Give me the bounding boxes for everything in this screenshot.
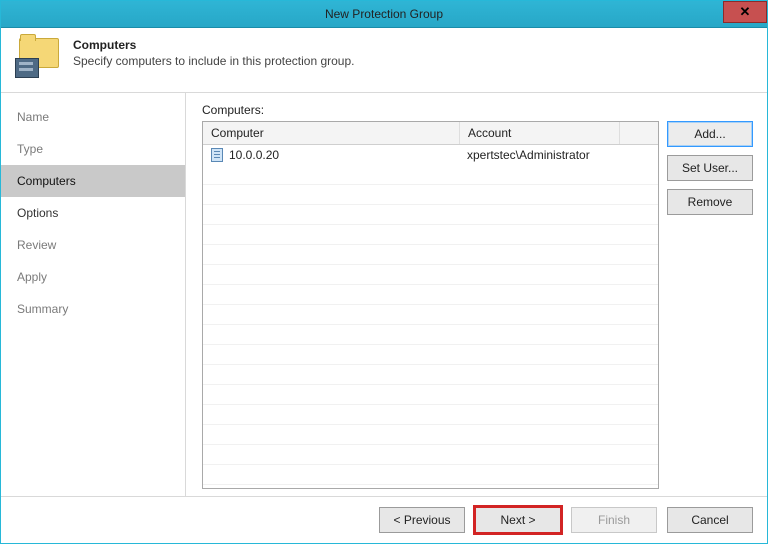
computers-label: Computers:	[202, 103, 753, 117]
close-button[interactable]: ✕	[723, 1, 767, 23]
previous-button[interactable]: < Previous	[379, 507, 465, 533]
cell-computer: 10.0.0.20	[203, 148, 459, 162]
step-type[interactable]: Type	[1, 133, 185, 165]
col-spacer	[620, 122, 658, 144]
add-button[interactable]: Add...	[667, 121, 753, 147]
cell-account: xpertstec\Administrator	[459, 148, 658, 162]
wizard-steps: Name Type Computers Options Review Apply…	[1, 93, 186, 535]
page-header: Computers Specify computers to include i…	[1, 28, 767, 93]
computers-icon	[15, 38, 63, 78]
cancel-button[interactable]: Cancel	[667, 507, 753, 533]
computers-grid[interactable]: Computer Account 10.0.0.20 xpertstec\Adm…	[202, 121, 659, 489]
page-title: Computers	[73, 38, 354, 52]
window-title: New Protection Group	[325, 7, 443, 21]
computer-icon	[211, 148, 223, 162]
step-review[interactable]: Review	[1, 229, 185, 261]
step-apply[interactable]: Apply	[1, 261, 185, 293]
step-options[interactable]: Options	[1, 197, 185, 229]
grid-body[interactable]: 10.0.0.20 xpertstec\Administrator	[203, 145, 658, 488]
dialog-footer: < Previous Next > Finish Cancel	[1, 496, 767, 543]
next-button[interactable]: Next >	[475, 507, 561, 533]
page-subtitle: Specify computers to include in this pro…	[73, 54, 354, 68]
col-account[interactable]: Account	[460, 122, 620, 144]
grid-header: Computer Account	[203, 122, 658, 145]
col-computer[interactable]: Computer	[203, 122, 460, 144]
step-summary[interactable]: Summary	[1, 293, 185, 325]
dialog-window: New Protection Group ✕ Computers Specify…	[0, 0, 768, 544]
table-row[interactable]: 10.0.0.20 xpertstec\Administrator	[203, 145, 658, 165]
titlebar: New Protection Group ✕	[1, 1, 767, 28]
close-icon: ✕	[740, 4, 751, 20]
set-user-button[interactable]: Set User...	[667, 155, 753, 181]
step-name[interactable]: Name	[1, 101, 185, 133]
cell-computer-text: 10.0.0.20	[229, 148, 279, 162]
step-computers[interactable]: Computers	[1, 165, 185, 197]
remove-button[interactable]: Remove	[667, 189, 753, 215]
main-panel: Computers: Computer Account 10.0.0.20	[186, 93, 767, 535]
finish-button[interactable]: Finish	[571, 507, 657, 533]
grid-actions: Add... Set User... Remove	[667, 121, 753, 489]
